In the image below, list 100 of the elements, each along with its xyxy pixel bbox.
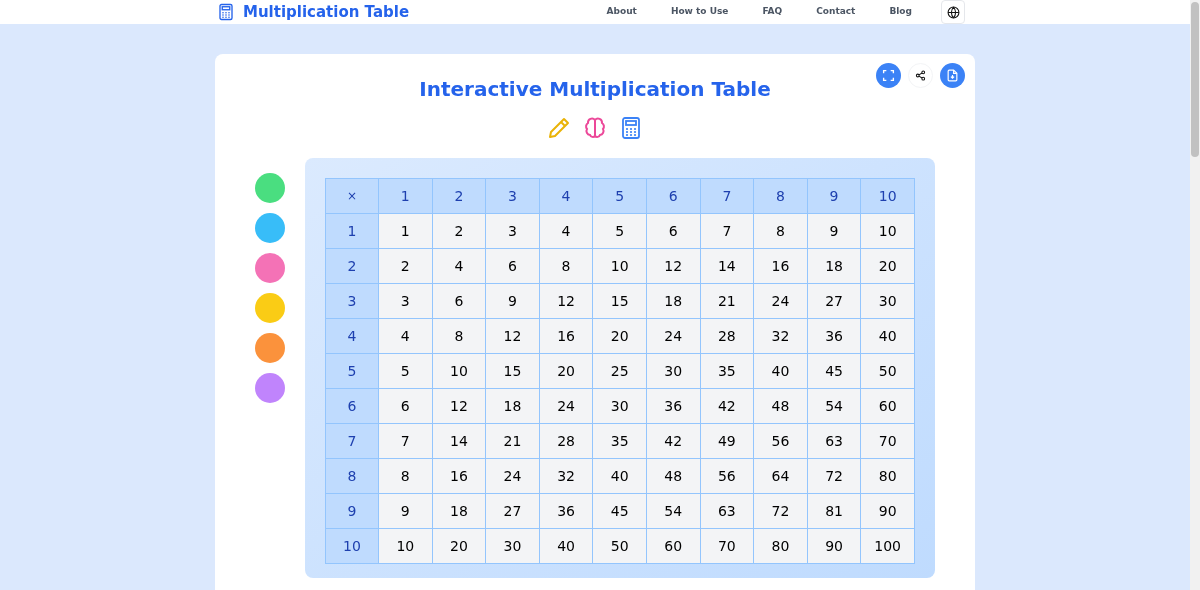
logo-text[interactable]: Multiplication Table [243, 0, 410, 24]
table-cell[interactable]: 6 [485, 248, 540, 284]
share-button[interactable] [908, 63, 933, 88]
fullscreen-button[interactable] [876, 63, 901, 88]
table-cell[interactable]: 10 [378, 528, 433, 564]
table-cell[interactable]: 48 [646, 458, 701, 494]
table-cell[interactable]: 45 [592, 493, 647, 529]
table-cell[interactable]: 90 [860, 493, 915, 529]
nav-link[interactable]: About [589, 5, 654, 19]
table-cell[interactable]: 5 [592, 213, 647, 249]
table-cell[interactable]: 40 [860, 318, 915, 354]
table-cell[interactable]: 12 [539, 283, 593, 319]
table-cell[interactable]: 72 [807, 458, 861, 494]
table-cell[interactable]: 16 [432, 458, 486, 494]
table-cell[interactable]: 54 [646, 493, 701, 529]
nav-link[interactable]: Contact [799, 5, 873, 19]
table-cell[interactable]: 2 [432, 213, 486, 249]
scrollbar[interactable] [1190, 0, 1200, 590]
table-cell[interactable]: 80 [753, 528, 808, 564]
table-cell[interactable]: 24 [753, 283, 808, 319]
table-cell[interactable]: 80 [860, 458, 915, 494]
table-cell[interactable]: 63 [807, 423, 861, 459]
table-cell[interactable]: 18 [807, 248, 861, 284]
table-cell[interactable]: 35 [592, 423, 647, 459]
table-cell[interactable]: 70 [860, 423, 915, 459]
table-cell[interactable]: 12 [646, 248, 701, 284]
table-cell[interactable]: 50 [860, 353, 915, 389]
table-cell[interactable]: 30 [485, 528, 540, 564]
table-cell[interactable]: 4 [378, 318, 433, 354]
color-swatch[interactable] [255, 213, 285, 243]
table-cell[interactable]: 100 [860, 528, 915, 564]
table-cell[interactable]: 27 [807, 283, 861, 319]
color-swatch[interactable] [255, 293, 285, 323]
download-button[interactable] [940, 63, 965, 88]
table-cell[interactable]: 40 [753, 353, 808, 389]
table-cell[interactable]: 30 [646, 353, 701, 389]
table-cell[interactable]: 8 [753, 213, 808, 249]
table-cell[interactable]: 70 [700, 528, 754, 564]
table-cell[interactable]: 8 [378, 458, 433, 494]
table-cell[interactable]: 2 [378, 248, 433, 284]
table-cell[interactable]: 35 [700, 353, 754, 389]
nav-link[interactable]: How to Use [653, 5, 746, 19]
table-cell[interactable]: 56 [700, 458, 754, 494]
scrollbar-thumb[interactable] [1191, 2, 1199, 157]
table-cell[interactable]: 21 [485, 423, 540, 459]
table-cell[interactable]: 10 [592, 248, 647, 284]
color-swatch[interactable] [255, 173, 285, 203]
table-cell[interactable]: 16 [539, 318, 593, 354]
table-cell[interactable]: 10 [860, 213, 915, 249]
table-cell[interactable]: 3 [378, 283, 433, 319]
table-cell[interactable]: 9 [807, 213, 861, 249]
table-cell[interactable]: 6 [646, 213, 701, 249]
table-cell[interactable]: 27 [485, 493, 540, 529]
table-cell[interactable]: 8 [432, 318, 486, 354]
table-cell[interactable]: 28 [700, 318, 754, 354]
table-cell[interactable]: 14 [432, 423, 486, 459]
table-cell[interactable]: 14 [700, 248, 754, 284]
table-cell[interactable]: 12 [485, 318, 540, 354]
color-swatch[interactable] [255, 253, 285, 283]
table-cell[interactable]: 64 [753, 458, 808, 494]
color-swatch[interactable] [255, 333, 285, 363]
table-cell[interactable]: 7 [378, 423, 433, 459]
table-cell[interactable]: 81 [807, 493, 861, 529]
table-cell[interactable]: 15 [485, 353, 540, 389]
table-cell[interactable]: 20 [592, 318, 647, 354]
table-cell[interactable]: 18 [485, 388, 540, 424]
table-cell[interactable]: 3 [485, 213, 540, 249]
table-cell[interactable]: 72 [753, 493, 808, 529]
table-cell[interactable]: 36 [807, 318, 861, 354]
table-cell[interactable]: 4 [432, 248, 486, 284]
table-cell[interactable]: 42 [700, 388, 754, 424]
color-swatch[interactable] [255, 373, 285, 403]
table-cell[interactable]: 21 [700, 283, 754, 319]
table-cell[interactable]: 4 [539, 213, 593, 249]
table-cell[interactable]: 28 [539, 423, 593, 459]
table-cell[interactable]: 7 [700, 213, 754, 249]
table-cell[interactable]: 24 [646, 318, 701, 354]
table-cell[interactable]: 56 [753, 423, 808, 459]
table-cell[interactable]: 20 [539, 353, 593, 389]
table-cell[interactable]: 10 [432, 353, 486, 389]
table-cell[interactable]: 6 [432, 283, 486, 319]
table-cell[interactable]: 30 [860, 283, 915, 319]
table-cell[interactable]: 20 [432, 528, 486, 564]
table-cell[interactable]: 5 [378, 353, 433, 389]
table-cell[interactable]: 36 [646, 388, 701, 424]
table-cell[interactable]: 36 [539, 493, 593, 529]
table-cell[interactable]: 9 [378, 493, 433, 529]
table-cell[interactable]: 18 [646, 283, 701, 319]
table-cell[interactable]: 8 [539, 248, 593, 284]
table-cell[interactable]: 20 [860, 248, 915, 284]
table-cell[interactable]: 49 [700, 423, 754, 459]
table-cell[interactable]: 60 [646, 528, 701, 564]
table-cell[interactable]: 40 [592, 458, 647, 494]
table-cell[interactable]: 24 [485, 458, 540, 494]
table-cell[interactable]: 32 [539, 458, 593, 494]
table-cell[interactable]: 16 [753, 248, 808, 284]
table-cell[interactable]: 12 [432, 388, 486, 424]
table-cell[interactable]: 63 [700, 493, 754, 529]
table-cell[interactable]: 50 [592, 528, 647, 564]
table-cell[interactable]: 90 [807, 528, 861, 564]
